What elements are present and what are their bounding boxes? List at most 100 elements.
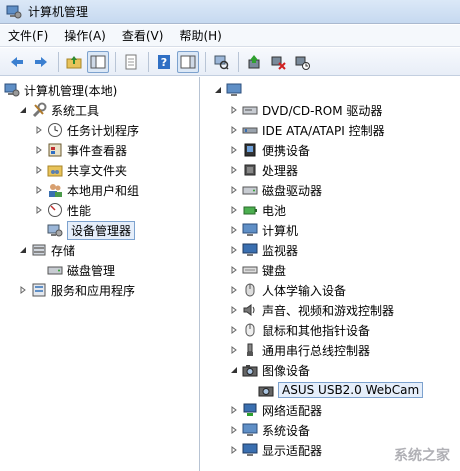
collapsed-arrow-icon[interactable] <box>34 165 44 175</box>
tree-node-system-tools[interactable]: 系统工具 <box>18 100 99 120</box>
device-category-hid[interactable]: 人体学输入设备 <box>229 280 346 300</box>
device-category-dvd[interactable]: DVD/CD-ROM 驱动器 <box>229 100 382 120</box>
action-pane-icon <box>180 55 196 68</box>
tree-node-shared-folders[interactable]: 共享文件夹 <box>34 160 127 180</box>
window-title: 计算机管理 <box>28 5 89 19</box>
collapsed-arrow-icon[interactable] <box>229 345 239 355</box>
show-hide-tree-button[interactable] <box>87 50 109 73</box>
device-category-label: 电池 <box>262 203 287 218</box>
scan-hardware-icon <box>214 55 229 70</box>
collapsed-arrow-icon[interactable] <box>229 185 239 195</box>
tree-node-device-manager[interactable]: 设备管理器 <box>47 220 136 240</box>
expanded-arrow-icon[interactable] <box>18 245 28 255</box>
services-icon <box>31 282 47 298</box>
collapsed-arrow-icon[interactable] <box>229 225 239 235</box>
device-category-processor[interactable]: 处理器 <box>229 160 298 180</box>
help-icon: ? <box>158 54 170 69</box>
collapsed-arrow-icon[interactable] <box>229 325 239 335</box>
device-category-battery[interactable]: 电池 <box>229 200 286 220</box>
tree-node-storage[interactable]: 存储 <box>18 240 75 260</box>
device-category-sound[interactable]: 声音、视频和游戏控制器 <box>229 300 394 320</box>
device-category-mouse[interactable]: 鼠标和其他指针设备 <box>229 320 370 340</box>
monitor-icon <box>242 242 258 258</box>
collapsed-arrow-icon[interactable] <box>34 205 44 215</box>
device-category-system[interactable]: 系统设备 <box>229 420 310 440</box>
console-tree: 计算机管理(本地) 系统工具 任务计划程序 事件查看器 共享文件夹 本地用户和组… <box>0 77 200 471</box>
device-category-label: 声音、视频和游戏控制器 <box>262 303 395 318</box>
device-tree-root[interactable] <box>213 80 246 100</box>
update-driver-button[interactable] <box>243 51 265 73</box>
collapsed-arrow-icon[interactable] <box>229 445 239 455</box>
menu-action[interactable]: 操作(A) <box>56 26 114 46</box>
tree-node-event-viewer[interactable]: 事件查看器 <box>34 140 127 160</box>
system-device-icon <box>242 422 258 438</box>
properties-icon <box>125 54 137 69</box>
computer-management-icon <box>6 4 22 20</box>
tree-node-disk-management[interactable]: 磁盘管理 <box>47 260 115 280</box>
collapsed-arrow-icon[interactable] <box>229 305 239 315</box>
device-category-computer[interactable]: 计算机 <box>229 220 298 240</box>
expanded-arrow-icon[interactable] <box>213 85 223 95</box>
collapsed-arrow-icon[interactable] <box>34 145 44 155</box>
uninstall-button[interactable] <box>267 51 289 73</box>
menu-help[interactable]: 帮助(H) <box>171 26 229 46</box>
menu-file[interactable]: 文件(F) <box>0 26 56 46</box>
expanded-arrow-icon[interactable] <box>229 365 239 375</box>
tree-label: 事件查看器 <box>67 143 128 158</box>
collapsed-arrow-icon[interactable] <box>229 245 239 255</box>
collapsed-arrow-icon[interactable] <box>34 185 44 195</box>
collapsed-arrow-icon[interactable] <box>34 125 44 135</box>
tree-node-root[interactable]: 计算机管理(本地) <box>4 80 117 100</box>
device-category-usb[interactable]: 通用串行总线控制器 <box>229 340 370 360</box>
tree-node-services[interactable]: 服务和应用程序 <box>18 280 135 300</box>
device-category-keyboard[interactable]: 键盘 <box>229 260 286 280</box>
tree-node-performance[interactable]: 性能 <box>34 200 91 220</box>
collapsed-arrow-icon[interactable] <box>229 265 239 275</box>
dvd-drive-icon <box>242 102 258 118</box>
collapsed-arrow-icon[interactable] <box>229 425 239 435</box>
device-tree: DVD/CD-ROM 驱动器 IDE ATA/ATAPI 控制器 便携设备 处理… <box>201 77 460 471</box>
device-category-ide[interactable]: IDE ATA/ATAPI 控制器 <box>229 120 385 140</box>
properties-button[interactable] <box>120 51 142 73</box>
expanded-arrow-icon[interactable] <box>18 105 28 115</box>
menu-view[interactable]: 查看(V) <box>114 26 172 46</box>
svg-text:?: ? <box>161 56 167 69</box>
collapsed-arrow-icon[interactable] <box>229 125 239 135</box>
up-level-button[interactable] <box>63 51 85 73</box>
toolbar-separator <box>205 51 206 72</box>
disable-button[interactable] <box>291 51 313 73</box>
tree-node-local-users[interactable]: 本地用户和组 <box>34 180 139 200</box>
collapsed-arrow-icon[interactable] <box>229 145 239 155</box>
help-button[interactable]: ? <box>153 51 175 73</box>
collapsed-arrow-icon[interactable] <box>229 405 239 415</box>
watermark: 系统之家 <box>394 448 450 464</box>
device-category-network[interactable]: 网络适配器 <box>229 400 322 420</box>
device-webcam[interactable]: ASUS USB2.0 WebCam <box>258 380 424 400</box>
system-tools-icon <box>31 102 47 118</box>
device-category-label: IDE ATA/ATAPI 控制器 <box>262 123 385 138</box>
event-viewer-icon <box>47 142 63 158</box>
network-adapter-icon <box>242 402 258 418</box>
back-button[interactable] <box>6 51 28 73</box>
collapsed-arrow-icon[interactable] <box>229 285 239 295</box>
display-adapter-icon <box>242 442 258 458</box>
collapsed-arrow-icon[interactable] <box>229 165 239 175</box>
device-category-label: 键盘 <box>262 263 287 278</box>
device-category-portable[interactable]: 便携设备 <box>229 140 310 160</box>
collapsed-arrow-icon[interactable] <box>18 285 28 295</box>
portable-device-icon <box>242 142 258 158</box>
device-category-monitor[interactable]: 监视器 <box>229 240 298 260</box>
collapsed-arrow-icon[interactable] <box>229 105 239 115</box>
mouse-icon <box>242 322 258 338</box>
action-pane-button[interactable] <box>177 50 199 73</box>
scan-hardware-button[interactable] <box>210 51 232 73</box>
device-category-disk[interactable]: 磁盘驱动器 <box>229 180 322 200</box>
device-category-label: 显示适配器 <box>262 443 323 458</box>
device-category-imaging[interactable]: 图像设备 <box>229 360 310 380</box>
device-category-display[interactable]: 显示适配器 <box>229 440 322 460</box>
tree-node-task-scheduler[interactable]: 任务计划程序 <box>34 120 139 140</box>
collapsed-arrow-icon[interactable] <box>229 205 239 215</box>
speaker-icon <box>242 302 258 318</box>
device-category-label: 计算机 <box>262 223 299 238</box>
forward-button[interactable] <box>30 51 52 73</box>
